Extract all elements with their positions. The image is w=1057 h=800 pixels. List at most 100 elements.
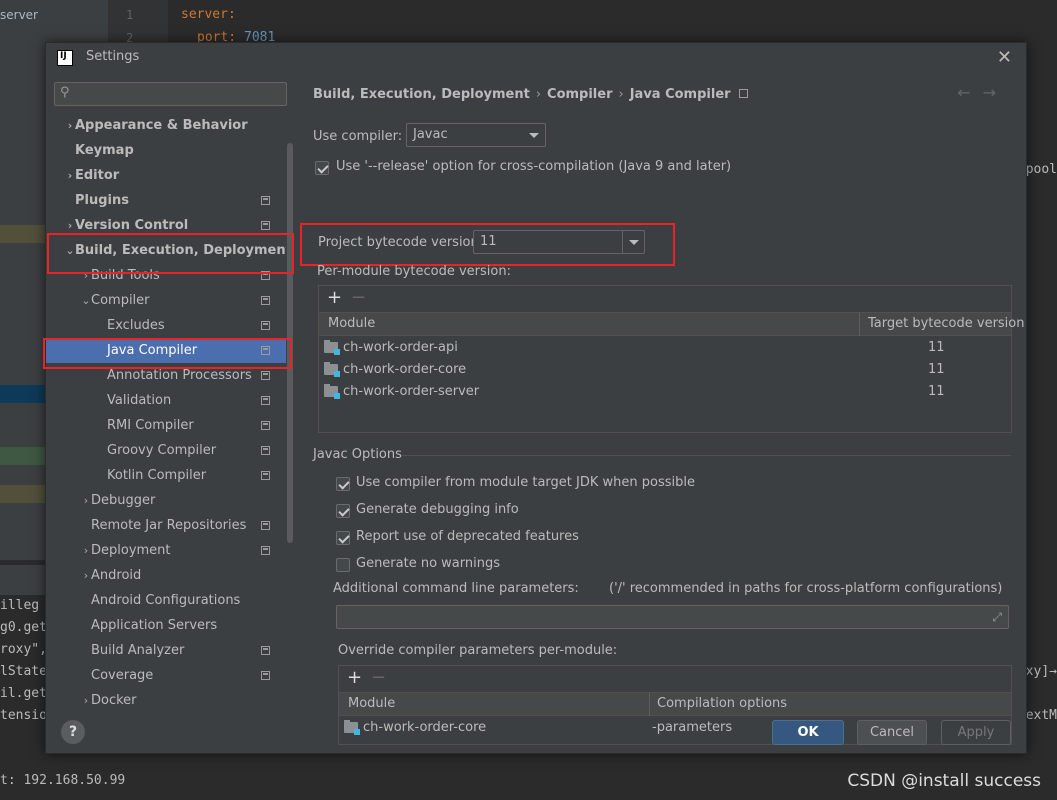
settings-tree-panel: ⚲ › Appearance & Behavior Keymap › Editor Plu…	[46, 73, 296, 709]
override-params-label: Override compiler parameters per-module:	[338, 643, 618, 658]
use-compiler-label: Use compiler:	[313, 129, 403, 144]
code-key: server:	[181, 7, 236, 22]
search-input[interactable]	[79, 85, 279, 103]
table-row[interactable]: ch-work-order-api 11	[319, 337, 1011, 359]
remove-icon[interactable]: −	[351, 287, 366, 308]
intellij-app-icon	[57, 50, 73, 66]
chevron-down-icon	[523, 124, 545, 146]
additional-params-label: Additional command line parameters:	[333, 581, 579, 596]
line-number: 1	[126, 8, 134, 22]
tree-item-remote-jar-repositories[interactable]: Remote Jar Repositories	[46, 513, 286, 538]
column-divider[interactable]	[859, 313, 860, 336]
console-toolbar	[0, 565, 45, 595]
project-scope-icon	[261, 196, 270, 205]
tree-item-label: Editor	[75, 168, 120, 183]
use-compiler-select[interactable]: Javac	[406, 123, 546, 147]
module-folder-icon	[324, 362, 340, 377]
console-line: illeg	[0, 598, 40, 613]
target-version: 11	[928, 384, 945, 399]
console-line: il.get	[0, 686, 47, 701]
column-header-target[interactable]: Target bytecode version	[868, 316, 1025, 331]
table-row[interactable]: ch-work-order-server 11	[319, 381, 1011, 403]
forward-arrow-icon[interactable]: →	[983, 83, 1008, 102]
tree-item-editor[interactable]: › Editor	[46, 163, 286, 188]
tree-item-rmi-compiler[interactable]: RMI Compiler	[46, 413, 286, 438]
tree-item-label: Excludes	[107, 318, 165, 333]
module-folder-icon	[324, 384, 340, 399]
tree-item-coverage[interactable]: Coverage	[46, 663, 286, 688]
search-icon: ⚲	[60, 85, 70, 100]
tree-item-build-analyzer[interactable]: Build Analyzer	[46, 638, 286, 663]
module-name: ch-work-order-server	[343, 384, 480, 399]
use-module-jdk-checkbox[interactable]	[336, 477, 350, 491]
tree-item-label: Deployment	[91, 543, 171, 558]
tree-item-android[interactable]: › Android	[46, 563, 286, 588]
add-icon[interactable]: +	[347, 667, 362, 688]
tree-item-excludes[interactable]: Excludes	[46, 313, 286, 338]
release-option-checkbox[interactable]	[315, 161, 329, 175]
tree-item-android-configurations[interactable]: Android Configurations	[46, 588, 286, 613]
editor-snippet: pool	[1025, 162, 1057, 177]
tree-item-label: Plugins	[75, 193, 129, 208]
project-scope-icon	[261, 521, 270, 530]
tree-item-application-servers[interactable]: Application Servers	[46, 613, 286, 638]
tree-item-label: Android Configurations	[91, 593, 241, 608]
deprecated-checkbox[interactable]	[336, 531, 350, 545]
tree-item-label: Coverage	[91, 668, 154, 683]
no-warnings-checkbox[interactable]	[336, 558, 350, 572]
watermark: CSDN @install success	[847, 771, 1041, 791]
highlight-box	[300, 223, 675, 266]
settings-search[interactable]: ⚲	[54, 82, 287, 106]
console-snippet: extM	[1025, 708, 1057, 723]
project-scope-icon	[261, 396, 270, 405]
apply-button[interactable]: Apply	[941, 720, 1011, 745]
deprecated-label: Report use of deprecated features	[356, 529, 579, 544]
tree-item-label: Remote Jar Repositories	[91, 518, 247, 533]
close-icon[interactable]: ✕	[997, 47, 1012, 68]
tree-item-kotlin-compiler[interactable]: Kotlin Compiler	[46, 463, 286, 488]
tree-item-plugins[interactable]: Plugins	[46, 188, 286, 213]
ok-button[interactable]: OK	[772, 720, 844, 745]
project-scope-icon	[261, 296, 270, 305]
per-module-table: + − Module Target bytecode version ch-wo…	[318, 285, 1025, 433]
tree-item-label: RMI Compiler	[107, 418, 194, 433]
help-button[interactable]: ?	[61, 720, 85, 744]
table-row[interactable]: ch-work-order-core 11	[319, 359, 1011, 381]
add-icon[interactable]: +	[327, 287, 342, 308]
additional-params-input[interactable]: ⤢	[336, 605, 1009, 629]
remove-icon[interactable]: −	[371, 667, 386, 688]
console-line: lState	[0, 664, 47, 679]
tree-item-compiler[interactable]: ⌄ Compiler	[46, 288, 286, 313]
tree-item-debugger[interactable]: › Debugger	[46, 488, 286, 513]
breadcrumb-item: Build, Execution, Deployment	[313, 87, 530, 102]
use-compiler-value: Javac	[413, 127, 448, 142]
tree-highlight	[0, 225, 45, 243]
tree-item-keymap[interactable]: Keymap	[46, 138, 286, 163]
tree-item-label: Compiler	[91, 293, 150, 308]
settings-tree: › Appearance & Behavior Keymap › Editor Plugi…	[46, 113, 286, 709]
column-header-module[interactable]: Module	[328, 316, 375, 331]
cancel-button[interactable]: Cancel	[857, 720, 927, 745]
expand-icon[interactable]: ⤢	[992, 610, 1002, 625]
console-line: g0.get	[0, 620, 47, 635]
console-line: roxy",	[0, 642, 47, 657]
tree-item-appearance-behavior[interactable]: › Appearance & Behavior	[46, 113, 286, 138]
project-scope-icon	[261, 646, 270, 655]
project-label: server	[0, 8, 38, 22]
debug-info-checkbox[interactable]	[336, 504, 350, 518]
project-scope-icon	[261, 546, 270, 555]
tree-item-label: Debugger	[91, 493, 156, 508]
project-scope-icon	[261, 671, 270, 680]
project-scope-icon	[261, 321, 270, 330]
dialog-footer: ? OK Cancel Apply	[46, 709, 1026, 755]
tree-item-groovy-compiler[interactable]: Groovy Compiler	[46, 438, 286, 463]
tree-item-validation[interactable]: Validation	[46, 388, 286, 413]
tree-item-label: Appearance & Behavior	[75, 118, 248, 133]
tree-item-deployment[interactable]: › Deployment	[46, 538, 286, 563]
release-option-label: Use '--release' option for cross-compila…	[336, 159, 732, 174]
back-arrow-icon[interactable]: ←	[957, 83, 982, 102]
dialog-titlebar: Settings ✕	[46, 43, 1026, 73]
tree-item-label: Build Analyzer	[91, 643, 185, 658]
tree-item-label: Keymap	[75, 143, 134, 158]
tree-item-docker[interactable]: › Docker	[46, 688, 286, 709]
